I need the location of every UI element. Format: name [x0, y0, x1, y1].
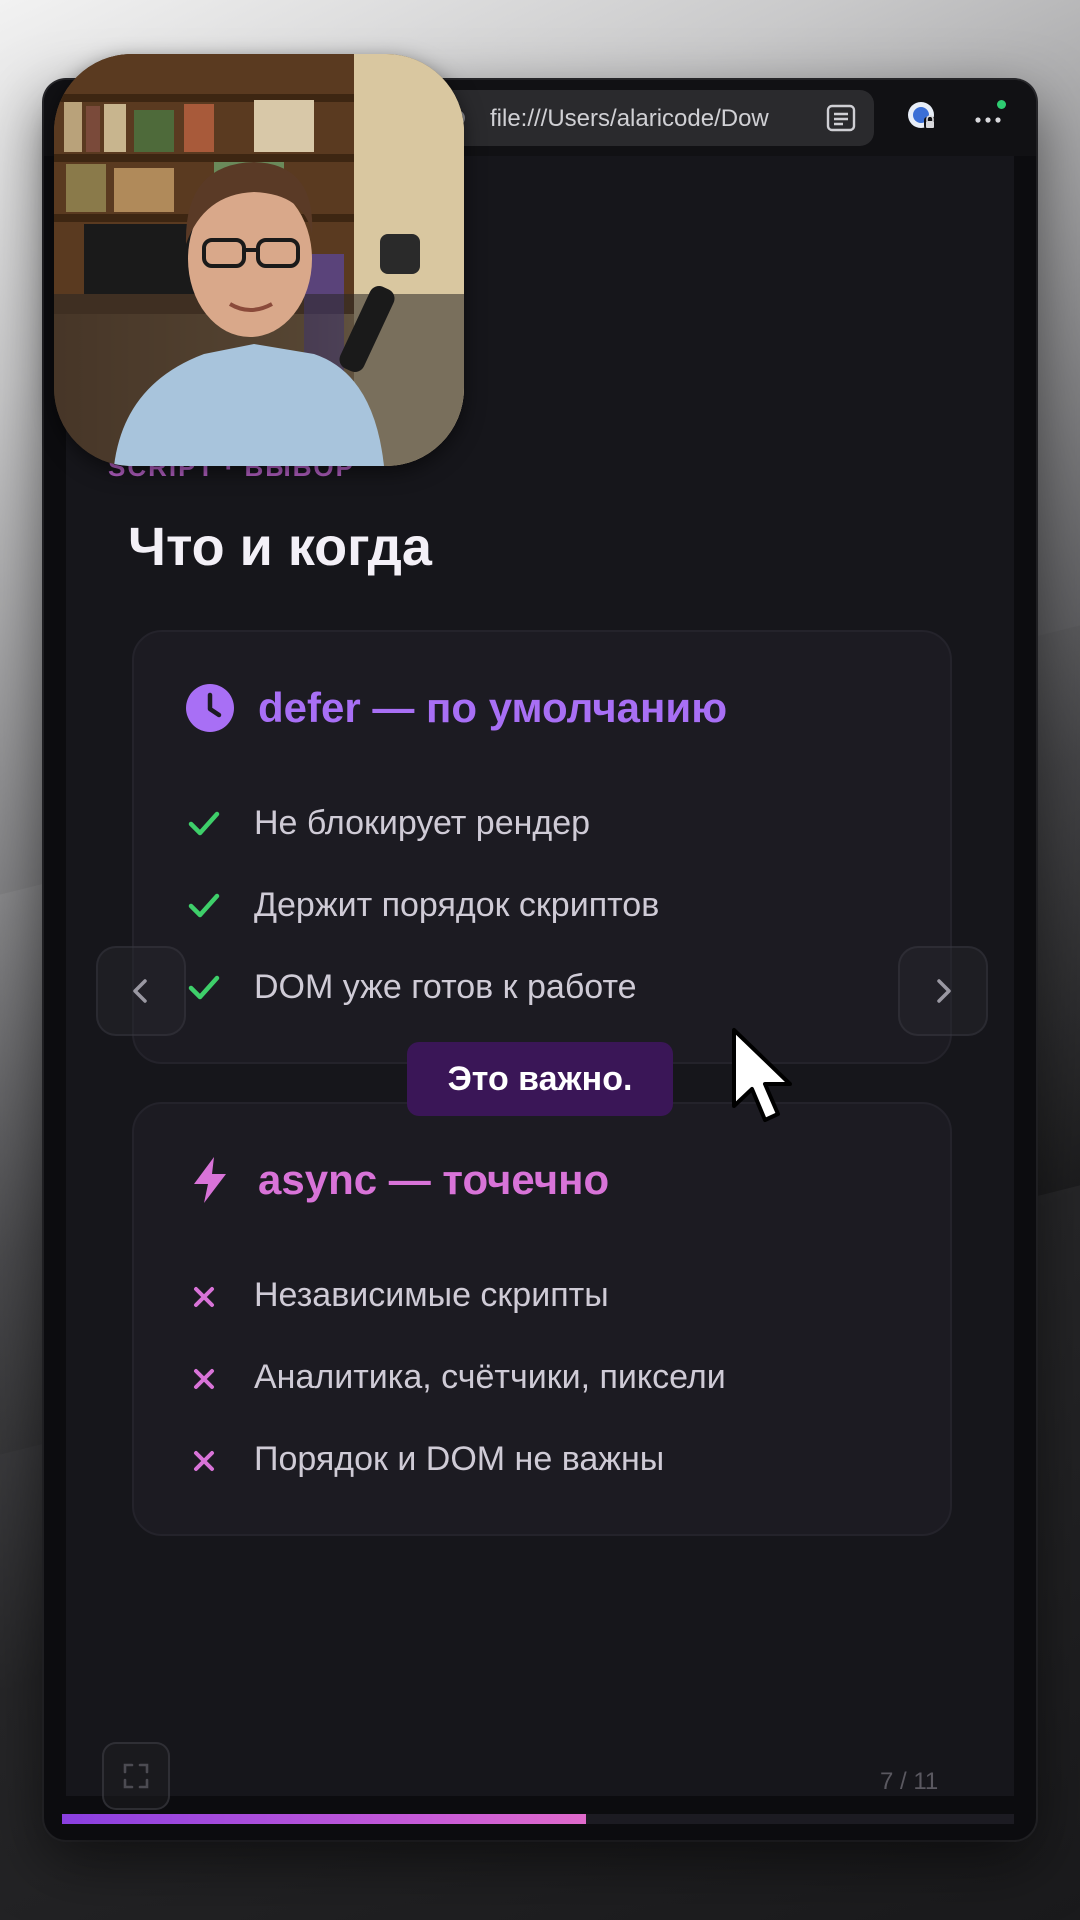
list-item-text: Держит порядок скриптов	[254, 885, 660, 924]
check-icon	[184, 803, 224, 843]
prev-slide-button[interactable]	[96, 946, 186, 1036]
card-list: Независимые скрипты Аналитика, счётчики,…	[184, 1254, 924, 1500]
card-header: defer — по умолчанию	[184, 678, 904, 738]
presenter-webcam	[54, 54, 464, 466]
video-caption: Это важно.	[407, 1042, 673, 1116]
update-indicator-dot	[997, 100, 1006, 109]
cross-icon	[184, 1439, 224, 1479]
list-item: Порядок и DOM не важны	[184, 1418, 924, 1500]
list-item: Независимые скрипты	[184, 1254, 924, 1336]
mouse-cursor-icon	[728, 1026, 798, 1130]
list-item: Аналитика, счётчики, пиксели	[184, 1336, 924, 1418]
list-item-text: Аналитика, счётчики, пиксели	[254, 1357, 726, 1396]
next-slide-button[interactable]	[898, 946, 988, 1036]
list-item-text: Не блокирует рендер	[254, 803, 591, 842]
fullscreen-button[interactable]	[102, 1742, 170, 1810]
lightning-icon	[184, 1154, 236, 1206]
slide-progress-bar	[62, 1814, 1014, 1824]
url-text[interactable]: file:///Users/alaricode/Dow	[490, 105, 800, 133]
list-item-text: Независимые скрипты	[254, 1275, 609, 1314]
list-item: DOM уже готов к работе	[184, 946, 924, 1028]
address-bar[interactable]: file:///Users/alaricode/Dow	[434, 90, 874, 146]
card-title: async — точечно	[258, 1156, 610, 1203]
clock-icon	[184, 682, 236, 734]
reader-mode-icon[interactable]	[826, 104, 856, 132]
more-options-icon[interactable]	[970, 100, 1010, 132]
card-header: async — точечно	[184, 1150, 904, 1210]
async-card: async — точечно Независимые скрипты Анал…	[132, 1102, 952, 1536]
list-item: Держит порядок скриптов	[184, 864, 924, 946]
extension-icon[interactable]	[906, 100, 938, 132]
slide-counter: 7 / 11	[880, 1768, 939, 1795]
check-icon	[184, 967, 224, 1007]
card-list: Не блокирует рендер Держит порядок скрип…	[184, 782, 924, 1028]
list-item-text: DOM уже готов к работе	[254, 967, 637, 1006]
page-title: Что и когда	[128, 517, 432, 577]
card-title: defer — по умолчанию	[258, 684, 728, 731]
list-item: Не блокирует рендер	[184, 782, 924, 864]
cross-icon	[184, 1275, 224, 1315]
defer-card: defer — по умолчанию Не блокирует рендер…	[132, 630, 952, 1064]
slide-progress-fill	[62, 1814, 586, 1824]
list-item-text: Порядок и DOM не важны	[254, 1439, 665, 1478]
check-icon	[184, 885, 224, 925]
cross-icon	[184, 1357, 224, 1397]
